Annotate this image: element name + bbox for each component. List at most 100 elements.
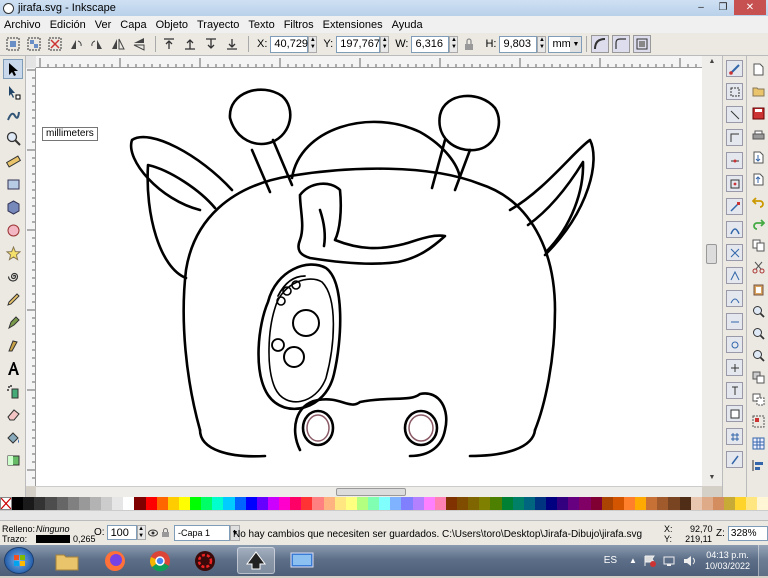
taskbar-screen-capture[interactable] bbox=[283, 547, 321, 574]
color-swatch[interactable] bbox=[101, 497, 113, 510]
lower-button[interactable] bbox=[202, 35, 220, 53]
start-button[interactable] bbox=[4, 547, 34, 574]
color-swatch[interactable] bbox=[646, 497, 658, 510]
menu-ayuda[interactable]: Ayuda bbox=[392, 19, 423, 31]
color-swatch[interactable] bbox=[501, 497, 513, 510]
taskbar-red-gear-app[interactable] bbox=[186, 547, 224, 574]
menu-capa[interactable]: Capa bbox=[120, 19, 146, 31]
color-swatch[interactable] bbox=[457, 497, 469, 510]
h-spinner[interactable]: ▲ ▼ bbox=[537, 35, 547, 53]
snap-smooth-toggle[interactable] bbox=[726, 290, 743, 307]
color-swatch[interactable] bbox=[334, 497, 346, 510]
fill-stroke-indicator[interactable]: Relleno: Ninguno Trazo: 0,265 bbox=[2, 524, 100, 544]
menu-trayecto[interactable]: Trayecto bbox=[197, 19, 239, 31]
zoom-drawing-button[interactable] bbox=[750, 325, 766, 341]
network-icon[interactable] bbox=[663, 555, 677, 567]
eye-visibility-icon[interactable] bbox=[148, 528, 158, 538]
color-swatch[interactable] bbox=[635, 497, 647, 510]
color-swatch[interactable] bbox=[690, 497, 702, 510]
scale-radius-toggle[interactable] bbox=[612, 35, 631, 53]
import-button[interactable] bbox=[750, 149, 766, 165]
color-swatch[interactable] bbox=[657, 497, 669, 510]
color-swatch[interactable] bbox=[434, 497, 446, 510]
snap-guide-toggle[interactable] bbox=[726, 451, 743, 468]
color-swatch[interactable] bbox=[123, 497, 135, 510]
open-button[interactable] bbox=[750, 83, 766, 99]
menu-archivo[interactable]: Archivo bbox=[4, 19, 41, 31]
color-swatch[interactable] bbox=[579, 497, 591, 510]
zoom-input[interactable]: 328% bbox=[727, 526, 768, 541]
color-swatch[interactable] bbox=[201, 497, 213, 510]
h-input[interactable]: 9,803 bbox=[499, 35, 538, 53]
color-swatch[interactable] bbox=[668, 497, 680, 510]
vertical-scrollbar[interactable]: ▲ ▼ bbox=[702, 56, 722, 486]
horizontal-scroll-thumb[interactable] bbox=[336, 488, 406, 496]
rotate-ccw-button[interactable] bbox=[67, 35, 85, 53]
color-swatch[interactable] bbox=[223, 497, 235, 510]
color-swatch[interactable] bbox=[12, 497, 24, 510]
palette-scrollbar[interactable] bbox=[0, 510, 768, 520]
horizontal-scrollbar[interactable] bbox=[36, 486, 702, 497]
clock[interactable]: 04:13 p.m. 10/03/2022 bbox=[705, 550, 750, 572]
menu-edicion[interactable]: Edición bbox=[50, 19, 86, 31]
w-spinner[interactable]: ▲ ▼ bbox=[449, 35, 459, 53]
snap-intersection-toggle[interactable] bbox=[726, 244, 743, 261]
spiral-tool[interactable] bbox=[3, 266, 23, 286]
rotate-cw-button[interactable] bbox=[88, 35, 106, 53]
zoom-selection-button[interactable] bbox=[750, 303, 766, 319]
color-swatch[interactable] bbox=[412, 497, 424, 510]
measure-tool[interactable] bbox=[3, 151, 23, 171]
color-swatch[interactable] bbox=[479, 497, 491, 510]
color-swatch[interactable] bbox=[512, 497, 524, 510]
export-button[interactable] bbox=[750, 171, 766, 187]
color-swatch[interactable] bbox=[212, 497, 224, 510]
menu-extensiones[interactable]: Extensiones bbox=[323, 19, 383, 31]
snap-text-baseline-toggle[interactable] bbox=[726, 382, 743, 399]
text-tool[interactable] bbox=[3, 358, 23, 378]
pencil-tool[interactable] bbox=[3, 289, 23, 309]
snap-center-toggle[interactable] bbox=[726, 175, 743, 192]
color-swatch[interactable] bbox=[701, 497, 713, 510]
snap-cusp-toggle[interactable] bbox=[726, 267, 743, 284]
color-swatch[interactable] bbox=[590, 497, 602, 510]
snap-bbox-corner-toggle[interactable] bbox=[726, 129, 743, 146]
color-swatch[interactable] bbox=[67, 497, 79, 510]
gradient-tool[interactable] bbox=[3, 450, 23, 470]
color-swatch[interactable] bbox=[34, 497, 46, 510]
color-swatch[interactable] bbox=[279, 497, 291, 510]
unit-select[interactable]: mm ▼ bbox=[548, 35, 583, 53]
taskbar-firefox[interactable] bbox=[96, 547, 134, 574]
raise-to-top-button[interactable] bbox=[160, 35, 178, 53]
color-swatch[interactable] bbox=[468, 497, 480, 510]
color-swatch[interactable] bbox=[534, 497, 546, 510]
color-swatch[interactable] bbox=[679, 497, 691, 510]
volume-icon[interactable] bbox=[683, 555, 697, 567]
snap-nodes-toggle[interactable] bbox=[726, 198, 743, 215]
color-swatch[interactable] bbox=[45, 497, 57, 510]
y-input[interactable]: 197,767 bbox=[336, 35, 381, 53]
tray-expand-icon[interactable]: ▲ bbox=[629, 556, 637, 565]
color-swatch[interactable] bbox=[290, 497, 302, 510]
rectangle-tool[interactable] bbox=[3, 174, 23, 194]
snap-rotation-center-toggle[interactable] bbox=[726, 359, 743, 376]
action-center-flag-icon[interactable] bbox=[643, 555, 657, 567]
color-swatch[interactable] bbox=[345, 497, 357, 510]
selector-tool[interactable] bbox=[3, 59, 23, 79]
color-swatch[interactable] bbox=[546, 497, 558, 510]
menu-filtros[interactable]: Filtros bbox=[284, 19, 314, 31]
taskbar-file-explorer[interactable] bbox=[48, 547, 86, 574]
color-swatch[interactable] bbox=[757, 497, 768, 510]
print-button[interactable] bbox=[750, 127, 766, 143]
zoom-page-button[interactable] bbox=[750, 347, 766, 363]
scroll-up-icon[interactable]: ▲ bbox=[705, 58, 719, 68]
color-swatch[interactable] bbox=[156, 497, 168, 510]
scale-stroke-toggle[interactable] bbox=[591, 35, 610, 53]
color-swatch[interactable] bbox=[112, 497, 124, 510]
horizontal-ruler[interactable] bbox=[36, 56, 702, 68]
color-swatch[interactable] bbox=[401, 497, 413, 510]
star-tool[interactable] bbox=[3, 243, 23, 263]
zoom-tool[interactable] bbox=[3, 128, 23, 148]
minimize-button[interactable]: ‒ bbox=[690, 0, 712, 15]
lock-icon[interactable] bbox=[161, 528, 170, 538]
snap-page-border-toggle[interactable] bbox=[726, 405, 743, 422]
